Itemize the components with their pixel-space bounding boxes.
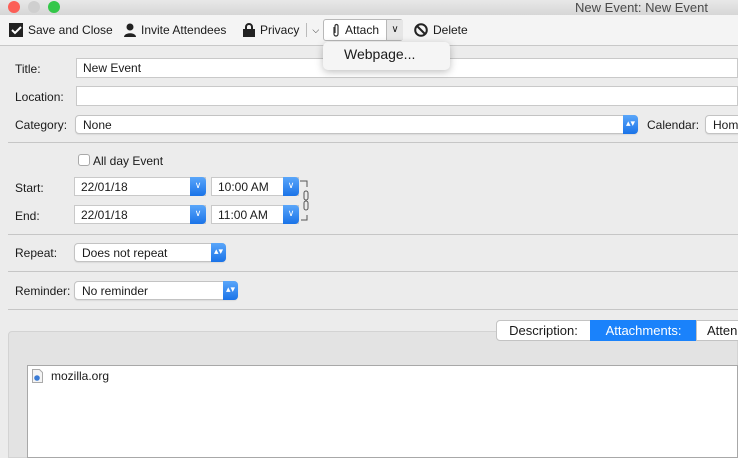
save-and-close-button[interactable]: Save and Close [9, 23, 113, 37]
calendar-select[interactable]: Home [705, 115, 738, 134]
invite-attendees-label: Invite Attendees [141, 23, 227, 37]
start-time-value: 10:00 AM [218, 180, 269, 194]
delete-label: Delete [433, 23, 468, 37]
list-item[interactable]: mozilla.org [32, 369, 109, 383]
lock-icon [243, 23, 255, 37]
delete-icon [414, 23, 428, 37]
updown-chevron-icon: ▴▾ [623, 115, 638, 134]
tab-description[interactable]: Description: [496, 320, 591, 341]
close-window-button[interactable] [8, 1, 20, 13]
title-bar: New Event: New Event [0, 0, 738, 15]
chevron-down-icon[interactable]: ∨ [190, 205, 206, 224]
divider [8, 234, 738, 235]
chevron-down-icon[interactable]: ⌵ [312, 25, 319, 36]
reminder-select[interactable]: No reminder ▴▾ [74, 281, 238, 300]
divider [8, 271, 738, 272]
tab-attachments[interactable]: Attachments: [590, 320, 697, 341]
repeat-value: Does not repeat [82, 246, 168, 260]
paperclip-icon [333, 23, 339, 37]
tab-attendees[interactable]: Atten [696, 320, 738, 341]
attach-label: Attach [345, 23, 380, 37]
category-label: Category: [15, 118, 68, 132]
chevron-down-icon[interactable]: ∨ [190, 177, 206, 196]
start-time-picker[interactable]: 10:00 AM ∨ [211, 177, 299, 196]
privacy-label: Privacy [260, 23, 300, 37]
end-time-value: 11:00 AM [218, 208, 268, 222]
reminder-value: No reminder [82, 284, 149, 298]
chevron-down-icon[interactable]: ∨ [283, 177, 299, 196]
chevron-down-icon[interactable]: ∨ [283, 205, 299, 224]
start-date-picker[interactable]: 22/01/18 ∨ [74, 177, 206, 196]
updown-chevron-icon: ▴▾ [223, 281, 238, 300]
attach-button[interactable]: Attach ∨ [323, 19, 403, 41]
link-duration-icon[interactable] [299, 180, 311, 222]
person-icon [124, 23, 136, 37]
start-label: Start: [15, 181, 44, 195]
save-and-close-label: Save and Close [28, 23, 113, 37]
divider [8, 142, 738, 143]
updown-chevron-icon: ▴▾ [211, 243, 226, 262]
attach-dropdown-menu: Webpage... [323, 42, 450, 70]
category-select[interactable]: None ▴▾ [75, 115, 638, 134]
webpage-file-icon [32, 369, 43, 383]
end-date-picker[interactable]: 22/01/18 ∨ [74, 205, 206, 224]
repeat-select[interactable]: Does not repeat ▴▾ [74, 243, 226, 262]
end-time-picker[interactable]: 11:00 AM ∨ [211, 205, 299, 224]
menu-item-webpage[interactable]: Webpage... [344, 46, 450, 62]
zoom-window-button[interactable] [48, 1, 60, 13]
attachment-name: mozilla.org [51, 369, 110, 383]
reminder-label: Reminder: [15, 284, 71, 298]
attach-dropdown-chevron-icon[interactable]: ∨ [386, 20, 403, 40]
location-input[interactable] [76, 86, 738, 106]
repeat-label: Repeat: [15, 246, 58, 260]
end-label: End: [15, 209, 40, 223]
attachments-list[interactable]: mozilla.org [27, 365, 738, 458]
privacy-button[interactable]: Privacy ⌵ [243, 23, 319, 37]
title-label: Title: [15, 62, 41, 76]
calendar-label: Calendar: [647, 118, 700, 132]
invite-attendees-button[interactable]: Invite Attendees [124, 23, 226, 37]
all-day-checkbox[interactable] [78, 154, 90, 166]
divider [8, 309, 738, 310]
location-label: Location: [15, 90, 64, 104]
category-value: None [83, 118, 112, 132]
end-date-value: 22/01/18 [81, 208, 128, 222]
minimize-window-button[interactable] [28, 1, 40, 13]
start-date-value: 22/01/18 [81, 180, 128, 194]
save-icon [9, 23, 23, 37]
window-title: New Event: New Event [575, 0, 708, 15]
all-day-label: All day Event [93, 154, 164, 168]
delete-button[interactable]: Delete [414, 23, 468, 37]
